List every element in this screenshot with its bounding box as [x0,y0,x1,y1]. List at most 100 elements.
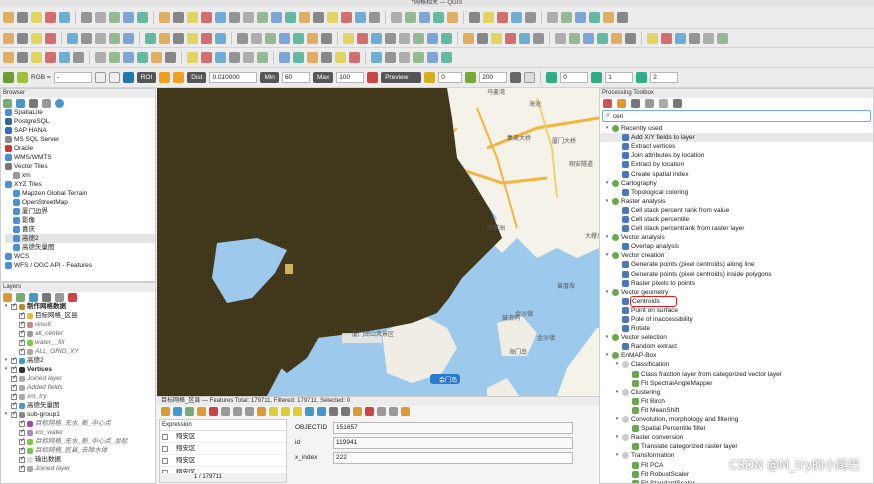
tool-icon[interactable] [505,32,516,44]
tool-icon[interactable] [307,32,318,44]
browser-item[interactable]: WCS [5,252,155,261]
eraser-icon[interactable] [510,72,522,83]
layer-checkbox[interactable] [11,356,17,365]
row-select[interactable] [162,445,168,452]
toolbox-algorithm[interactable]: Class fraction layer from categorized ve… [600,370,873,379]
map-canvas[interactable]: 马銮湾 厦门大桥 集美大桥 翔安隧道 海沧 鼓浪屿 会门岛 金沙镇 海门岛 白鹭洲 厦门南山风景区金… [157,88,599,396]
deselect-icon[interactable] [293,407,302,416]
browser-item[interactable]: 厦门边界 [5,207,155,216]
browser-item[interactable]: xm [5,171,155,180]
models-icon[interactable] [603,99,612,108]
toolbox-group[interactable]: ▾ Raster conversion [600,433,873,442]
tool-icon[interactable] [109,52,120,63]
tool-icon[interactable] [343,32,354,44]
layer-item[interactable]: 目标网格_区县_去除水体 [3,446,155,455]
band-select[interactable]: - [53,72,92,83]
toolbox-group[interactable]: ▾ Cartography [600,179,873,188]
tool-icon[interactable] [547,12,558,23]
tool-icon[interactable] [45,12,56,23]
toolbox-algorithm[interactable]: Fit SpectralAngleMapper [600,379,873,388]
tool-icon[interactable] [427,52,438,63]
tool-icon[interactable] [661,32,672,44]
tool-icon[interactable] [81,32,92,44]
chevron-down-icon[interactable]: ▾ [604,333,610,342]
toolbox-algorithm[interactable]: Overlap analysis [600,242,873,251]
add-icon[interactable] [173,72,185,83]
tool-icon[interactable] [201,52,212,63]
tool-icon[interactable] [313,12,324,23]
layer-item[interactable]: 目标网格_区县 [3,311,155,320]
tool-icon[interactable] [391,12,402,23]
dist-input[interactable]: 0.010000 [209,72,258,83]
tool-icon[interactable] [413,52,424,63]
wrench-icon[interactable] [673,99,682,108]
tool-icon[interactable] [341,12,352,23]
tool-icon[interactable] [237,32,248,44]
tool-icon[interactable] [583,32,594,44]
tool-icon[interactable] [561,12,572,23]
style-icon[interactable] [3,292,12,302]
tool-icon[interactable] [271,12,282,23]
table-icon[interactable] [546,72,558,83]
tool-icon[interactable] [73,52,84,63]
tool-icon[interactable] [433,12,444,23]
roi-button[interactable]: ROI [136,72,157,83]
layer-checkbox[interactable] [11,392,17,401]
tool-icon[interactable] [229,12,240,23]
tool-icon[interactable] [17,52,28,63]
tool-icon[interactable] [159,32,170,44]
tool-icon[interactable] [477,32,488,44]
tool-icon[interactable] [251,32,262,44]
tool-icon[interactable] [95,52,106,63]
spin-c[interactable]: 0 [560,72,589,83]
browser-item[interactable]: 喜庆 [5,225,155,234]
filter-icon[interactable] [29,98,38,108]
profile2-icon[interactable] [108,72,120,83]
tool-icon[interactable] [469,12,480,23]
tool-icon[interactable] [265,32,276,44]
tool-icon[interactable] [243,52,254,63]
paste-icon[interactable] [245,407,254,416]
tool-icon[interactable] [327,12,338,23]
toolbox-group[interactable]: ▾ Vector creation [600,251,873,260]
toolbox-algorithm[interactable]: Fit Birch [600,397,873,406]
preview-button[interactable]: Preview [381,72,422,83]
info-icon[interactable] [55,98,64,108]
toolbox-algorithm[interactable]: Fit MeanShift [600,406,873,415]
layer-item[interactable]: xm_try [3,392,155,401]
tool-icon[interactable] [611,32,622,44]
tool-icon[interactable] [3,12,14,23]
expand-icon[interactable] [55,292,64,302]
layer-checkbox[interactable] [19,455,25,464]
toolbox-algorithm[interactable]: Cell stack percent rank from value [600,206,873,215]
layer-checkbox[interactable] [19,446,25,455]
browser-item[interactable]: XYZ Tiles [5,180,155,189]
chevron-down-icon[interactable]: ▾ [604,233,610,242]
tool-icon[interactable] [243,12,254,23]
flag-icon[interactable] [424,72,436,83]
chevron-down-icon[interactable]: ▾ [604,288,610,297]
tool-icon[interactable] [419,12,430,23]
tool-icon[interactable] [59,52,70,63]
browser-item[interactable]: Mapzen Global Terrain [5,189,155,198]
select-expression-icon[interactable] [257,407,266,416]
tool-icon[interactable] [441,52,452,63]
browser-item[interactable]: OpenStreetMap [5,198,155,207]
actions-icon[interactable] [401,407,410,416]
toolbox-algorithm[interactable]: Spatial Percentile filter [600,424,873,433]
tool-icon[interactable] [173,12,184,23]
layer-checkbox[interactable] [11,365,17,374]
tool-icon[interactable] [215,12,226,23]
row-select[interactable] [162,433,168,440]
tool-icon[interactable] [675,32,686,44]
toolbox-algorithm[interactable]: Extract by location [600,160,873,169]
tool-icon[interactable] [491,32,502,44]
add-feature-icon[interactable] [197,407,206,416]
eye-icon[interactable] [29,292,38,302]
chevron-down-icon[interactable]: ▾ [604,124,610,133]
chevron-down-icon[interactable]: ▾ [604,179,610,188]
tool-icon[interactable] [369,12,380,23]
field-value[interactable]: 222 [333,451,573,464]
tool-icon[interactable] [95,32,106,44]
layer-checkbox[interactable] [19,428,25,437]
